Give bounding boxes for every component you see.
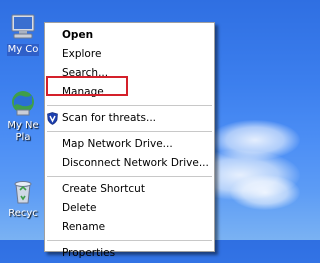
desktop-icon-my-computer[interactable]: My Co <box>2 12 44 56</box>
menu-item-explore[interactable]: Explore <box>45 45 214 64</box>
menu-item-scan-for-threats[interactable]: Scan for threats... <box>45 109 214 128</box>
menu-separator <box>47 131 212 132</box>
menu-item-label: Scan for threats... <box>62 112 156 124</box>
menu-item-label: Properties <box>62 247 116 259</box>
menu-item-label: Search... <box>62 67 109 79</box>
menu-item-disconnect-network-drive[interactable]: Disconnect Network Drive... <box>45 154 214 173</box>
desktop-icon-recycle-bin[interactable]: Recyc <box>2 176 44 220</box>
my-network-places-icon <box>12 91 34 116</box>
security-shield-icon <box>47 112 58 125</box>
menu-separator <box>47 105 212 106</box>
menu-item-label: Delete <box>62 202 97 214</box>
menu-item-search[interactable]: Search... <box>45 64 214 83</box>
menu-separator <box>47 176 212 177</box>
menu-item-label: Create Shortcut <box>62 183 145 195</box>
menu-item-manage[interactable]: Manage <box>45 83 214 102</box>
menu-item-label: Explore <box>62 48 102 60</box>
desktop-icon-label: Recyc <box>8 208 38 219</box>
desktop-icon-label: My Ne <box>7 120 39 131</box>
menu-item-delete[interactable]: Delete <box>45 199 214 218</box>
menu-item-rename[interactable]: Rename <box>45 218 214 237</box>
context-menu: Open Explore Search... Manage Scan for t… <box>44 22 215 259</box>
menu-item-map-network-drive[interactable]: Map Network Drive... <box>45 135 214 154</box>
menu-item-create-shortcut[interactable]: Create Shortcut <box>45 180 214 199</box>
menu-item-open[interactable]: Open <box>45 26 214 45</box>
desktop-icon-my-network-places[interactable]: My Ne Pla <box>2 88 44 144</box>
menu-item-label: Open <box>62 29 94 41</box>
menu-item-label: Manage <box>62 86 104 98</box>
menu-item-label: Rename <box>62 221 106 233</box>
recycle-bin-icon <box>14 181 32 204</box>
menu-item-label: Map Network Drive... <box>62 138 173 150</box>
menu-item-label: Disconnect Network Drive... <box>62 157 209 169</box>
my-computer-icon <box>11 14 35 39</box>
desktop-icon-label: My Co <box>6 44 40 56</box>
menu-separator <box>47 240 212 241</box>
desktop-icon-label-line2: Pla <box>15 132 31 143</box>
menu-item-properties[interactable]: Properties <box>45 244 214 263</box>
